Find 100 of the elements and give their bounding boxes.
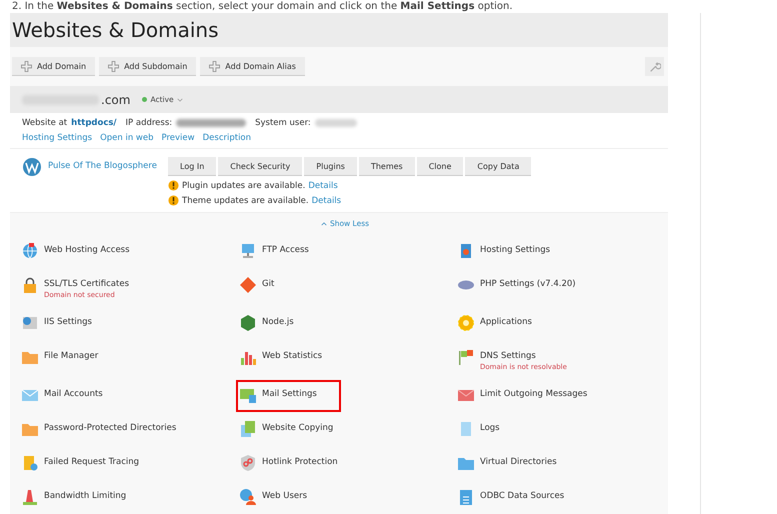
tool-link[interactable]: Website Copying: [238, 414, 336, 446]
domain-link[interactable]: Description: [202, 133, 252, 143]
tool-link[interactable]: FTP Access: [238, 236, 311, 268]
tool-link[interactable]: Bandwidth Limiting: [20, 482, 128, 514]
plus-icon: [209, 60, 220, 72]
tool-link[interactable]: Web Statistics: [238, 342, 324, 378]
tool-label: Mail Accounts: [44, 389, 103, 399]
wordpress-site-link[interactable]: Pulse Of The Blogosphere: [48, 161, 157, 171]
details-link[interactable]: Details: [308, 180, 338, 190]
tool-label: Web Statistics: [262, 351, 322, 361]
caret-icon: [176, 98, 183, 102]
toolbar-button[interactable]: Add Domain Alias: [200, 57, 305, 76]
wordpress-action-button[interactable]: Clone: [416, 157, 464, 176]
tool-label: Web Users: [262, 491, 308, 501]
tool-link[interactable]: Mail Accounts: [20, 380, 105, 412]
tool-link[interactable]: Virtual Directories: [456, 448, 559, 480]
domain-link[interactable]: Hosting Settings: [22, 133, 92, 143]
wordpress-action-button[interactable]: Themes: [358, 157, 415, 176]
tool-link[interactable]: Node.js: [238, 308, 296, 340]
tool-link[interactable]: Failed Request Tracing: [20, 448, 142, 480]
document-icon: [458, 243, 474, 259]
lock-icon: [22, 277, 38, 293]
warning-icon: [168, 195, 179, 206]
tool-link[interactable]: Limit Outgoing Messages: [456, 380, 590, 412]
settings-button[interactable]: [645, 57, 664, 76]
hexagon-icon: [240, 315, 256, 331]
monitor-icon: [240, 243, 256, 259]
tool-label: Limit Outgoing Messages: [480, 389, 588, 399]
caret-up-icon: [320, 222, 327, 226]
tool-label: Web Hosting Access: [44, 245, 130, 255]
domain-link[interactable]: Open in web: [100, 133, 154, 143]
bar-chart-icon: [240, 349, 256, 365]
highlighted-tool-link[interactable]: Mail Settings: [236, 380, 341, 412]
tool-label: Website Copying: [262, 423, 334, 433]
wordpress-action-button[interactable]: Check Security: [218, 157, 302, 176]
wordpress-action-button[interactable]: Copy Data: [465, 157, 532, 176]
tool-label: Bandwidth Limiting: [44, 491, 126, 501]
folder-icon: [22, 349, 38, 365]
tool-link[interactable]: Password-Protected Directories: [20, 414, 178, 446]
tool-label: Hotlink Protection: [262, 457, 338, 467]
tool-link[interactable]: Hotlink Protection: [238, 448, 340, 480]
tool-link[interactable]: File Manager: [20, 342, 100, 378]
instruction-text: 2. In the Websites & Domains section, select your domain and click on the Mail Settings option.: [11, 0, 514, 13]
tool-label: ODBC Data Sources: [480, 491, 564, 501]
website-path-link[interactable]: httpdocs/: [71, 118, 117, 128]
copy-icon: [240, 421, 256, 437]
tool-link[interactable]: Hosting Settings: [456, 236, 552, 268]
plus-icon: [108, 60, 120, 72]
wordpress-action-button[interactable]: Log In: [168, 157, 216, 176]
tool-label: Hosting Settings: [480, 245, 550, 255]
tool-link[interactable]: Git: [238, 270, 276, 306]
page-title: Websites & Domains: [12, 18, 218, 42]
shield-icon: [240, 455, 256, 471]
wordpress-action-button[interactable]: Plugins: [304, 157, 357, 176]
diamond-icon: [240, 277, 256, 293]
plus-icon: [21, 60, 32, 72]
toolbar-button[interactable]: Add Subdomain: [99, 57, 196, 76]
tool-link[interactable]: PHP Settings (v7.4.20): [456, 270, 578, 306]
blurred-system-user: [314, 119, 357, 127]
system-user-label: System user:: [255, 118, 311, 128]
notice-text: Theme updates are available.: [182, 196, 309, 206]
document-icon: [22, 455, 38, 471]
tool-label: Mail Settings: [262, 389, 317, 399]
wrench-icon: [648, 60, 660, 72]
tool-link[interactable]: Web Hosting Access: [20, 236, 132, 268]
details-link[interactable]: Details: [312, 196, 342, 206]
tool-label: SSL/TLS Certificates: [44, 279, 129, 289]
tool-link[interactable]: Web Users: [238, 482, 310, 514]
tool-label: DNS Settings: [480, 351, 537, 361]
ip-label: IP address:: [126, 118, 172, 128]
document-icon: [458, 421, 474, 437]
window-icon: [22, 315, 38, 331]
folder-icon: [22, 421, 38, 437]
blurred-ip-address: [176, 119, 246, 127]
folder-icon: [458, 455, 474, 471]
tool-link[interactable]: IIS Settings: [20, 308, 94, 340]
warning-icon: [168, 180, 179, 191]
tool-label: IIS Settings: [44, 317, 92, 327]
toolbar-button[interactable]: Add Domain: [12, 57, 96, 76]
tool-label: Virtual Directories: [480, 457, 557, 467]
website-label: Website at: [22, 118, 68, 128]
wordpress-logo-icon: [22, 157, 42, 177]
tool-label: Node.js: [262, 317, 294, 327]
tool-label: Password-Protected Directories: [44, 423, 176, 433]
gear-icon: [458, 315, 474, 331]
tool-label: Failed Request Tracing: [44, 457, 140, 467]
tool-label: Logs: [480, 423, 500, 433]
flag-icon: [458, 349, 474, 365]
tool-label: PHP Settings (v7.4.20): [480, 279, 576, 289]
tool-label: FTP Access: [262, 245, 309, 255]
globe-icon: [22, 243, 38, 259]
notice-text: Plugin updates are available.: [182, 180, 306, 190]
domain-link[interactable]: Preview: [162, 133, 195, 143]
tool-label: Applications: [480, 317, 532, 327]
tool-link[interactable]: Logs: [456, 414, 502, 446]
tool-label: File Manager: [44, 351, 98, 361]
domain-name: .com: [101, 92, 130, 106]
tool-link[interactable]: ODBC Data Sources: [456, 482, 566, 514]
user-icon: [240, 489, 256, 505]
tool-link[interactable]: Applications: [456, 308, 534, 340]
